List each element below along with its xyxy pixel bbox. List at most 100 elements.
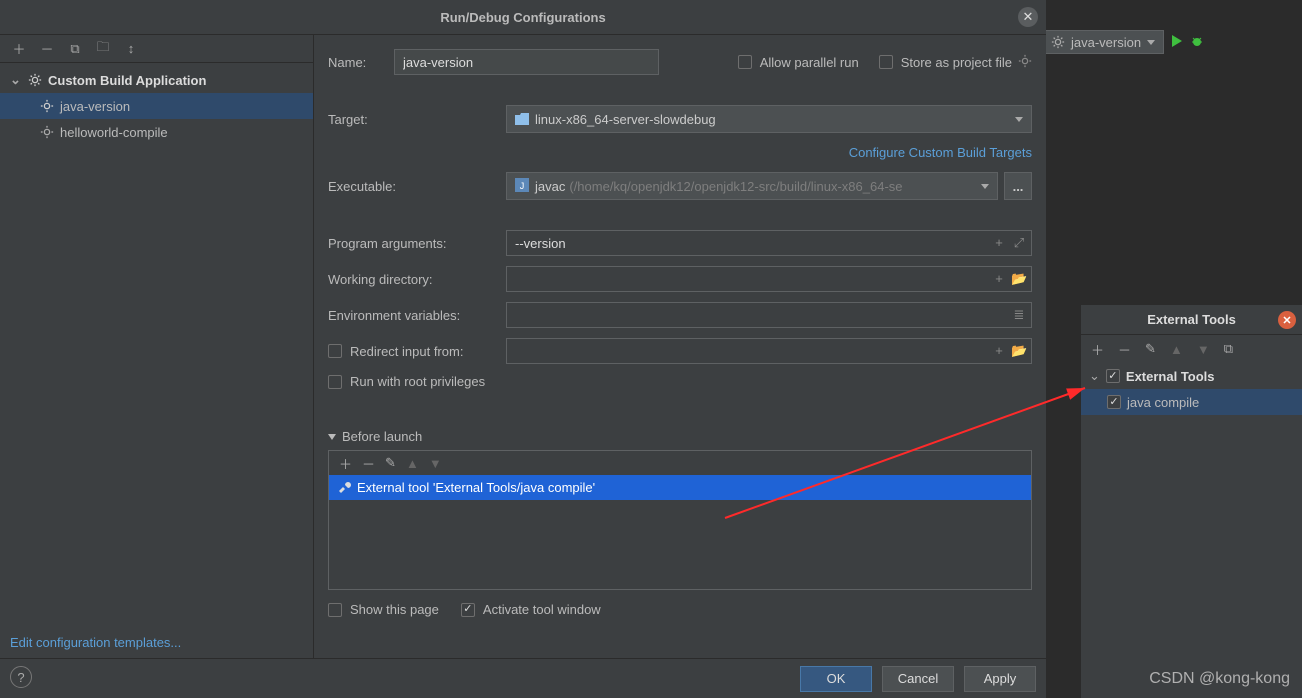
checkbox-icon [328,603,342,617]
run-debug-dialog: Run/Debug Configurations ✕ ＋ － ⧉ 🗀 ↕ ⌄ C… [0,0,1046,698]
debug-icon[interactable] [1190,34,1204,51]
bottom-options: Show this page Activate tool window [328,602,1032,617]
checkbox-icon [1107,395,1121,409]
root-priv-checkbox[interactable]: Run with root privileges [328,374,485,389]
working-dir-label: Working directory: [328,272,506,287]
before-launch-section[interactable]: Before launch [328,429,1032,444]
configure-targets-link[interactable]: Configure Custom Build Targets [849,145,1032,160]
before-launch-list: ＋ － ✎ ▲ ▼ External tool 'External Tools/… [328,450,1032,590]
remove-icon[interactable]: － [362,454,375,473]
copy-icon[interactable]: ⧉ [68,42,82,56]
redirect-input-checkbox[interactable]: Redirect input from: [328,344,506,359]
external-tools-item[interactable]: java compile [1081,389,1302,415]
store-project-label: Store as project file [901,55,1012,70]
store-project-checkbox[interactable]: Store as project file [879,55,1012,70]
name-field[interactable] [394,49,659,75]
chevron-down-icon [328,434,336,440]
program-args-field[interactable]: --version + ⤢ [506,230,1032,256]
ok-button[interactable]: OK [800,666,872,692]
cancel-button[interactable]: Cancel [882,666,954,692]
tools-icon [337,479,351,496]
folder-icon [515,113,529,125]
gear-icon [40,125,54,139]
dialog-titlebar: Run/Debug Configurations ✕ [0,0,1046,35]
activate-tool-window-label: Activate tool window [483,602,601,617]
add-icon[interactable]: ＋ [12,42,26,56]
before-launch-title: Before launch [342,429,422,444]
plus-icon[interactable]: + [991,235,1007,251]
expand-icon[interactable]: ⤢ [1011,235,1027,251]
add-icon[interactable]: ＋ [339,454,352,473]
external-tools-root[interactable]: ⌄ External Tools [1081,363,1302,389]
executable-path-suffix: (/home/kq/openjdk12/openjdk12-src/build/… [569,179,902,194]
run-icon[interactable] [1170,34,1184,51]
before-launch-toolbar: ＋ － ✎ ▲ ▼ [329,451,1031,475]
chevron-down-icon [981,184,989,189]
checkbox-icon [328,375,342,389]
before-launch-item-label: External tool 'External Tools/java compi… [357,480,595,495]
remove-icon[interactable]: － [1118,340,1131,359]
run-config-selector[interactable]: java-version [1042,30,1164,54]
external-tools-toolbar: ＋ － ✎ ▲ ▼ ⧉ [1081,335,1302,363]
tree-category-label: Custom Build Application [48,73,206,88]
chevron-down-icon [1147,40,1155,45]
edit-icon[interactable]: ✎ [1145,341,1156,357]
gear-icon[interactable] [1018,54,1032,71]
working-dir-field[interactable]: + 📂 [506,266,1032,292]
show-this-page-checkbox[interactable]: Show this page [328,602,439,617]
allow-parallel-checkbox[interactable]: Allow parallel run [738,55,859,70]
program-args-value: --version [515,236,566,251]
down-icon[interactable]: ▼ [1197,342,1210,357]
env-vars-label: Environment variables: [328,308,506,323]
form-panel: Name: Allow parallel run Store as projec… [314,35,1046,658]
tree-item-java-version[interactable]: java-version [0,93,313,119]
env-vars-field[interactable]: ≣ [506,302,1032,328]
executable-select[interactable]: J javac (/home/kq/openjdk12/openjdk12-sr… [506,172,998,200]
checkbox-icon [738,55,752,69]
edit-templates-link[interactable]: Edit configuration templates... [10,635,181,650]
tree-item-label: helloworld-compile [60,125,168,140]
down-icon[interactable]: ▼ [429,456,442,471]
help-icon[interactable]: ? [10,666,32,688]
folder-open-icon[interactable]: 📂 [1011,343,1027,359]
chevron-down-icon [1015,117,1023,122]
apply-button[interactable]: Apply [964,666,1036,692]
up-icon[interactable]: ▲ [1170,342,1183,357]
config-tree[interactable]: ⌄ Custom Build Application java-version [0,63,313,145]
checkbox-icon [879,55,893,69]
remove-icon[interactable]: － [40,42,54,56]
list-icon[interactable]: ≣ [1011,307,1027,323]
redirect-input-field[interactable]: + 📂 [506,338,1032,364]
close-icon[interactable]: ✕ [1278,311,1296,329]
plus-icon[interactable]: + [991,343,1007,359]
config-sidebar: ＋ － ⧉ 🗀 ↕ ⌄ Custom Build Application [0,35,314,658]
before-launch-item[interactable]: External tool 'External Tools/java compi… [329,475,1031,500]
sort-icon[interactable]: ↕ [124,42,138,56]
tree-item-helloworld-compile[interactable]: helloworld-compile [0,119,313,145]
external-tools-root-label: External Tools [1126,369,1215,384]
browse-button[interactable]: ... [1004,172,1032,200]
close-icon[interactable]: ✕ [1018,7,1038,27]
external-tools-titlebar: External Tools ✕ [1081,305,1302,335]
target-value: linux-x86_64-server-slowdebug [535,112,716,127]
save-template-icon[interactable]: 🗀 [96,42,110,56]
folder-open-icon[interactable]: 📂 [1011,271,1027,287]
executable-value: javac [535,179,565,194]
tree-category[interactable]: ⌄ Custom Build Application [0,67,313,93]
ide-toolbar: java-version [1042,28,1302,56]
up-icon[interactable]: ▲ [406,456,419,471]
chevron-down-icon: ⌄ [10,72,22,88]
chevron-down-icon: ⌄ [1089,368,1100,384]
external-tools-panel: External Tools ✕ ＋ － ✎ ▲ ▼ ⧉ ⌄ External … [1080,304,1302,698]
activate-tool-window-checkbox[interactable]: Activate tool window [461,602,601,617]
executable-label: Executable: [328,179,506,194]
tree-item-label: java-version [60,99,130,114]
edit-icon[interactable]: ✎ [385,455,396,471]
redirect-input-label: Redirect input from: [350,344,463,359]
plus-icon[interactable]: + [991,271,1007,287]
target-select[interactable]: linux-x86_64-server-slowdebug [506,105,1032,133]
copy-icon[interactable]: ⧉ [1224,341,1233,357]
gear-icon [40,99,54,113]
gear-icon [1051,35,1065,49]
add-icon[interactable]: ＋ [1091,340,1104,359]
